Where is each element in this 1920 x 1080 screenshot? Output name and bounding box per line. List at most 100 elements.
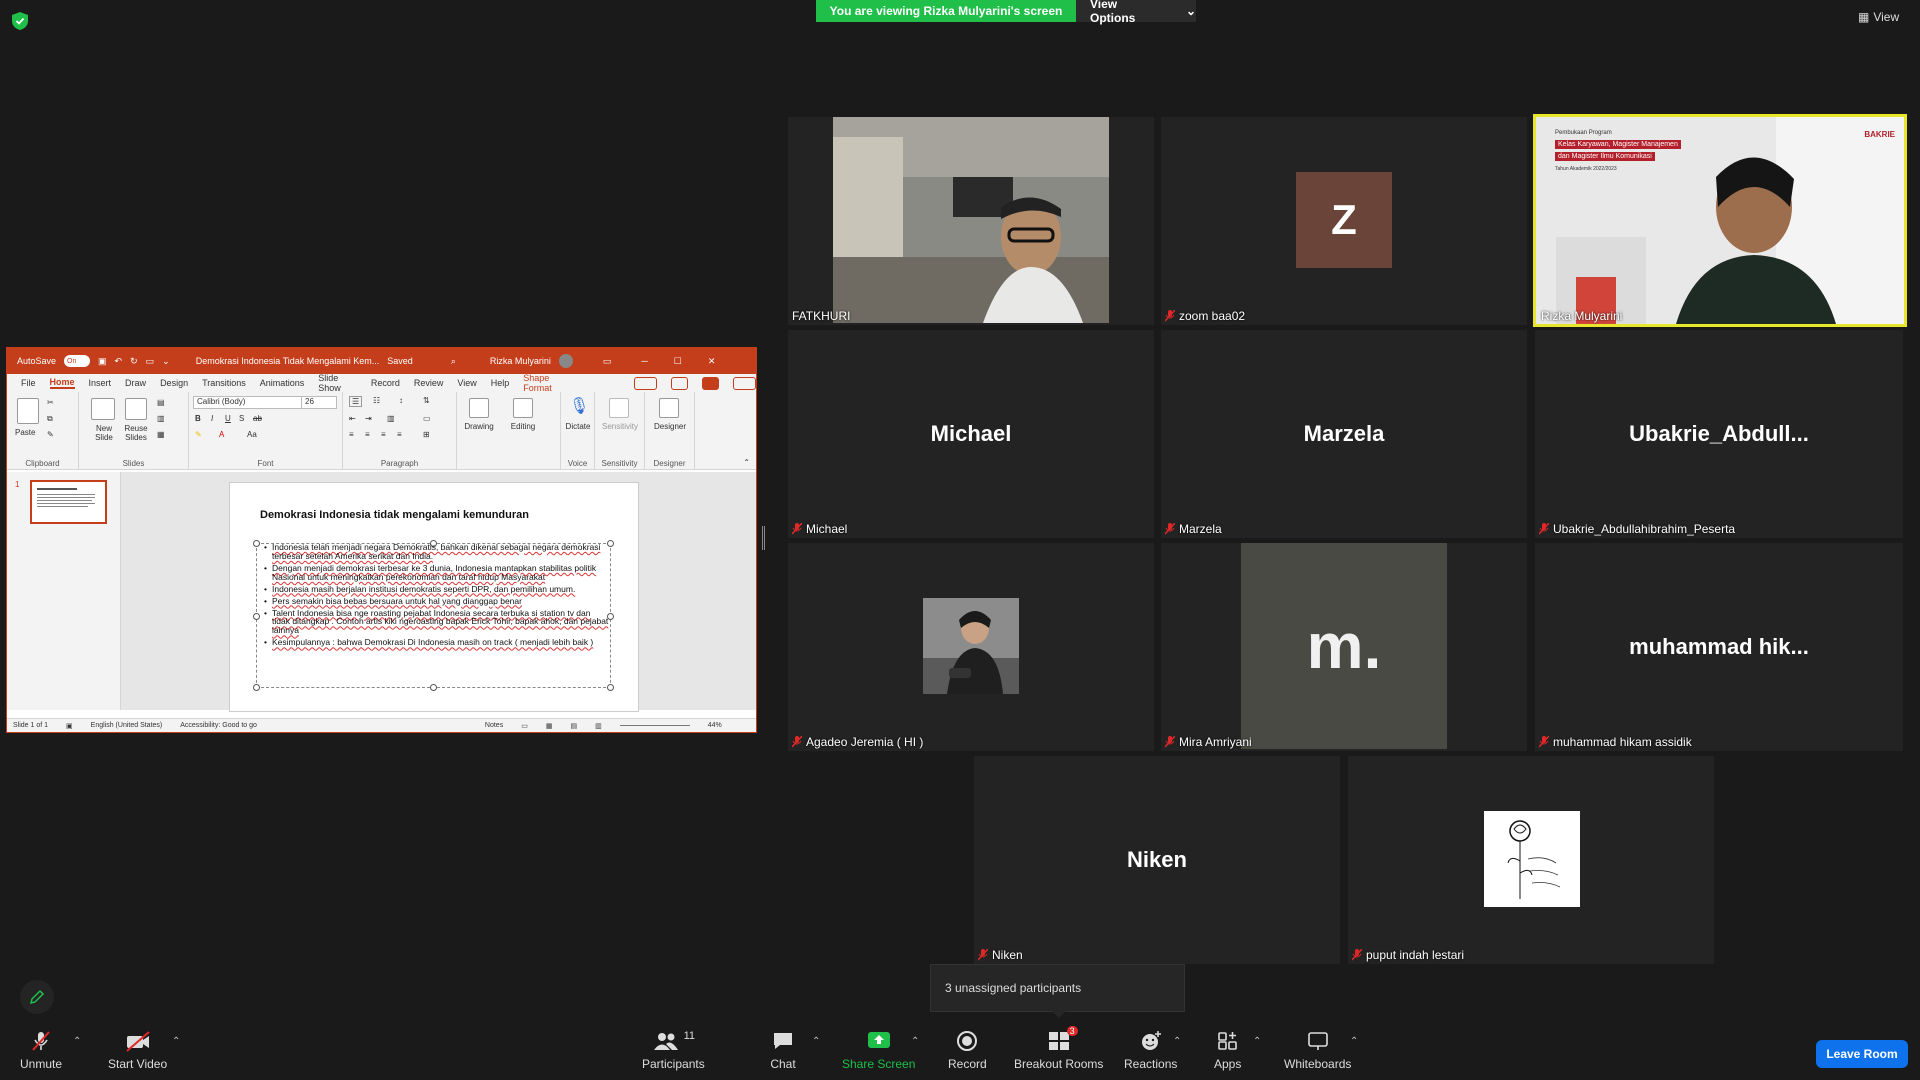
tab-file[interactable]: File [21,378,36,388]
resize-handle[interactable] [430,684,437,691]
resize-handle[interactable] [253,540,260,547]
whiteboards-options-caret-icon[interactable]: ⌃ [1350,1036,1358,1047]
search-icon[interactable]: ⌕ [451,356,456,367]
participant-tile[interactable]: m. Mira Amriyani [1161,543,1527,751]
collapse-ribbon-icon[interactable]: ⌃ [743,458,750,467]
reuse-slides-icon[interactable] [125,398,147,420]
microphone-icon[interactable]: 🎙 [569,396,589,416]
font-color-icon[interactable]: A [219,430,224,439]
underline-icon[interactable]: U [225,414,231,423]
justify-icon[interactable]: ≡ [397,430,402,439]
participant-tile[interactable]: FATKHURI [788,117,1154,325]
undo-icon[interactable]: ↶ [115,356,123,367]
numbering-icon[interactable]: ☷ [373,396,380,405]
accessibility-status[interactable]: Accessibility: Good to go [180,722,257,729]
autosave-toggle[interactable]: On [64,355,91,367]
close-icon[interactable]: ✕ [708,356,716,367]
italic-icon[interactable]: I [211,414,213,423]
participant-tile-active-speaker[interactable]: Pembukaan Program Kelas Karyawan, Magist… [1533,114,1907,327]
slide-bullet-list[interactable]: Indonesia telah menjadi negara Demokrati… [264,543,609,650]
text-direction-icon[interactable]: ⇅ [423,396,430,405]
share-button[interactable] [733,376,756,390]
resize-handle[interactable] [253,613,260,620]
user-avatar[interactable] [558,354,573,368]
tab-insert[interactable]: Insert [89,378,112,388]
zoom-level[interactable]: 44% [708,722,722,729]
new-slide-label[interactable]: New Slide [89,424,119,442]
saved-status[interactable]: Saved [387,356,413,366]
customize-icon[interactable]: ⌄ [162,356,170,367]
align-left-icon[interactable]: ≡ [349,430,354,439]
audio-options-caret-icon[interactable]: ⌃ [73,1036,81,1047]
reactions-options-caret-icon[interactable]: ⌃ [1173,1036,1181,1047]
tab-home[interactable]: Home [49,377,75,389]
video-options-caret-icon[interactable]: ⌃ [172,1036,180,1047]
participant-tile[interactable]: Agadeo Jeremia ( HI ) [788,543,1154,751]
maximize-icon[interactable]: ☐ [674,356,682,367]
sensitivity-icon[interactable] [609,398,629,418]
leave-room-button[interactable]: Leave Room [1816,1040,1908,1068]
participants-button[interactable]: 11 Participants [642,1030,705,1071]
font-name-select[interactable]: Calibri (Body) [193,396,303,409]
zoom-slider[interactable] [619,725,690,726]
record-button[interactable]: Record [948,1030,987,1071]
reading-view-icon[interactable]: ▤ [570,722,577,730]
view-button[interactable]: ▦ View [1858,10,1899,24]
tab-shape-format[interactable]: Shape Format [523,373,572,393]
chat-button[interactable]: Chat [770,1030,796,1071]
tab-slide-show[interactable]: Slide Show [318,373,357,393]
present-icon[interactable]: ▭ [146,356,155,367]
participant-tile[interactable]: Marzela Marzela [1161,330,1527,538]
reactions-button[interactable]: Reactions [1124,1030,1177,1071]
view-options-button[interactable]: View Options ⌄ [1076,0,1196,25]
split-divider-handle[interactable] [762,526,765,550]
designer-label[interactable]: Designer [645,422,695,431]
dictate-label[interactable]: Dictate [561,422,595,431]
slide-title[interactable]: Demokrasi Indonesia tidak mengalami kemu… [260,509,529,521]
normal-view-icon[interactable]: ▭ [521,722,528,730]
indent-decrease-icon[interactable]: ⇤ [349,414,356,423]
comments-button[interactable] [634,376,657,390]
align-right-icon[interactable]: ≡ [381,430,386,439]
spellcheck-icon[interactable]: ▣ [66,722,73,730]
participant-tile[interactable]: puput indah lestari [1348,756,1714,964]
highlight-icon[interactable]: ✎ [195,430,202,439]
tab-view[interactable]: View [457,378,476,388]
resize-handle[interactable] [253,684,260,691]
section-icon[interactable]: ▦ [157,430,165,439]
paste-icon[interactable] [17,398,39,424]
participant-tile[interactable]: Michael Michael [788,330,1154,538]
slide-thumbnail[interactable] [30,480,107,524]
apps-options-caret-icon[interactable]: ⌃ [1253,1036,1261,1047]
change-case-icon[interactable]: Aa [247,430,257,439]
sorter-view-icon[interactable]: ▦ [546,722,553,730]
participant-tile[interactable]: Z zoom baa02 [1161,117,1527,325]
copy-icon[interactable]: ⧉ [47,414,53,424]
font-size-select[interactable]: 26 [301,396,337,409]
redo-icon[interactable]: ↻ [130,356,138,367]
columns-icon[interactable]: ▥ [387,414,395,423]
bullets-icon[interactable]: ☰ [349,396,363,407]
shadow-icon[interactable]: S [239,414,244,423]
layout-icon[interactable]: ▤ [157,398,165,407]
slideshow-view-icon[interactable]: ▥ [595,722,602,730]
format-painter-icon[interactable]: ✎ [47,430,54,439]
breakout-rooms-button[interactable]: 3 Breakout Rooms [1014,1026,1103,1071]
chat-options-caret-icon[interactable]: ⌃ [812,1036,820,1047]
paste-label[interactable]: Paste [15,428,35,437]
ribbon-display-icon[interactable]: ▭ [603,356,612,367]
unmute-button[interactable]: Unmute [20,1030,62,1071]
share-options-caret-icon[interactable]: ⌃ [911,1036,919,1047]
editing-label[interactable]: Editing [505,422,541,431]
drawing-label[interactable]: Drawing [461,422,497,431]
resize-handle[interactable] [607,684,614,691]
whiteboards-button[interactable]: Whiteboards [1284,1030,1351,1071]
tab-help[interactable]: Help [491,378,510,388]
tab-animations[interactable]: Animations [260,378,305,388]
notes-button[interactable]: Notes [485,722,503,729]
designer-icon[interactable] [659,398,679,418]
annotate-button[interactable] [20,980,54,1014]
slide-canvas[interactable]: Demokrasi Indonesia tidak mengalami kemu… [229,482,639,712]
save-icon[interactable]: ▣ [98,356,107,367]
align-center-icon[interactable]: ≡ [365,430,370,439]
